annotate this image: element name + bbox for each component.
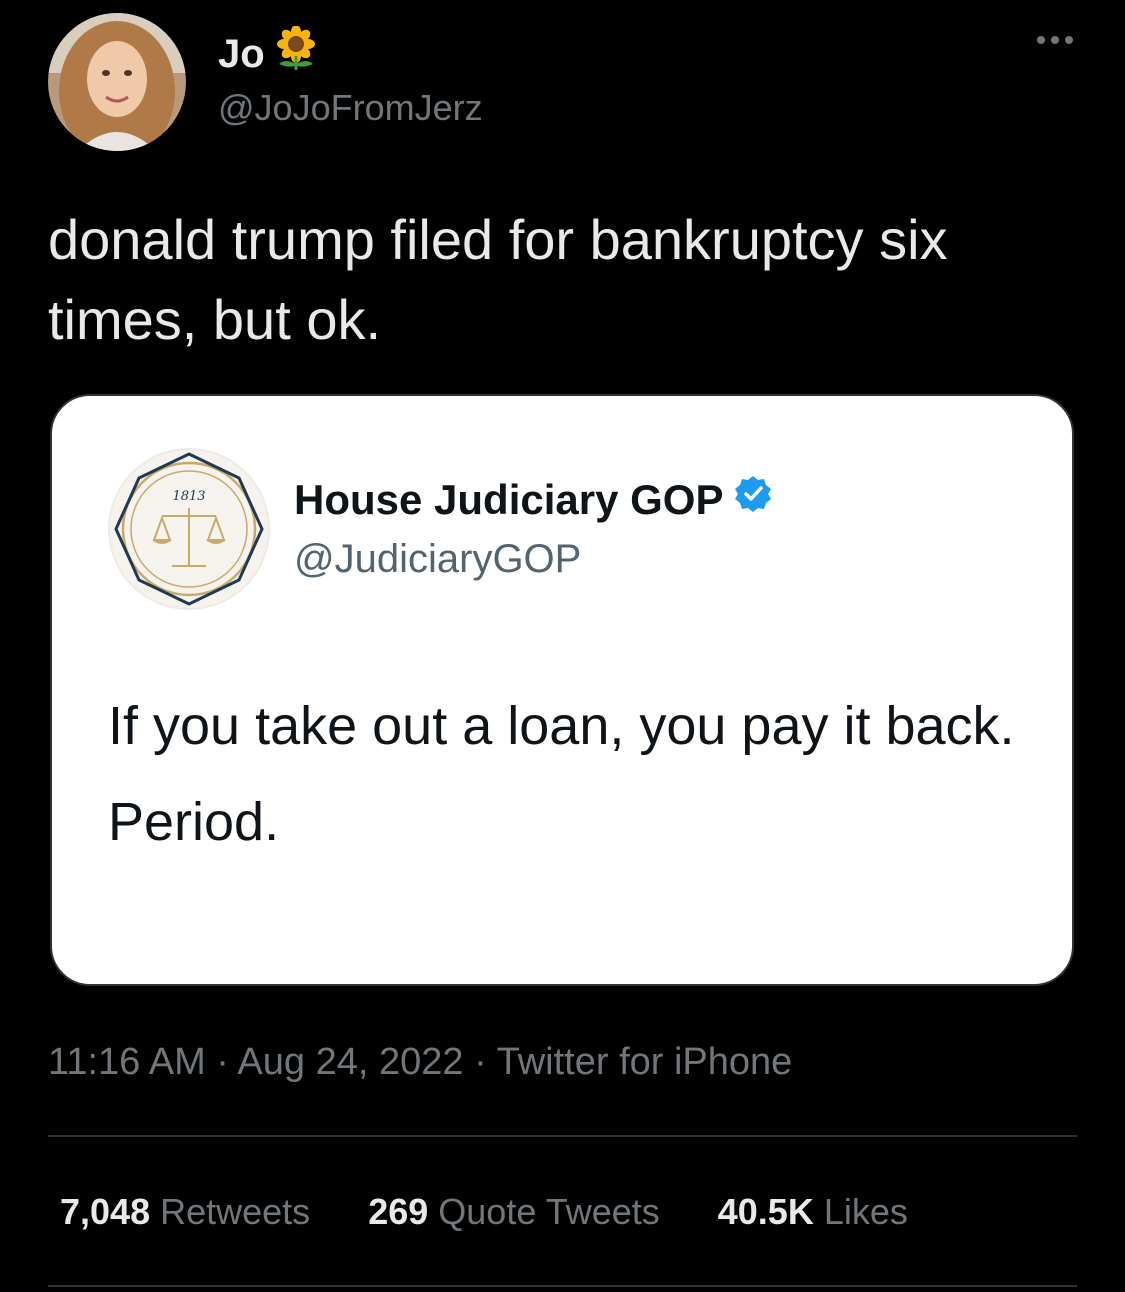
divider (48, 1285, 1077, 1287)
seal-year: 1813 (172, 489, 205, 504)
engagement-stats: 7,048 Retweets 269 Quote Tweets 40.5K Li… (60, 1186, 966, 1238)
tweet-meta: 11:16 AM · Aug 24, 2022 · Twitter for iP… (48, 1036, 792, 1088)
quoted-name-text: House Judiciary GOP (294, 476, 724, 523)
quoted-display-name: House Judiciary GOP (294, 474, 773, 526)
quoted-body: If you take out a loan, you pay it back.… (108, 684, 1058, 864)
retweets-count: 7,048 (60, 1191, 151, 1232)
tweet-text: donald trump filed for bankruptcy six ti… (48, 208, 948, 351)
author-handle[interactable]: @JoJoFromJerz (218, 86, 483, 130)
sunflower-icon (273, 25, 319, 81)
quoted-paragraph: If you take out a loan, you pay it back. (108, 696, 1015, 756)
divider (48, 1135, 1077, 1137)
meta-separator: · (474, 1041, 487, 1083)
judiciary-seal-logo: 1813 (106, 446, 272, 612)
tweet-source[interactable]: Twitter for iPhone (497, 1041, 793, 1083)
quote-tweets-label: Quote Tweets (438, 1191, 660, 1232)
likes-count: 40.5K (717, 1191, 814, 1232)
tweet-date[interactable]: Aug 24, 2022 (237, 1041, 463, 1083)
likes-label: Likes (823, 1191, 908, 1232)
author-avatar[interactable] (48, 13, 186, 151)
meta-separator: · (216, 1041, 229, 1083)
embedded-tweet-image[interactable]: 1813 House Judiciary GOP @JudiciaryGOP I… (50, 394, 1074, 986)
retweets-stat[interactable]: 7,048 Retweets (60, 1186, 310, 1238)
quote-tweets-stat[interactable]: 269 Quote Tweets (368, 1186, 660, 1238)
more-options-icon[interactable] (1037, 36, 1073, 44)
quoted-paragraph: Period. (108, 792, 280, 852)
verified-badge-icon (733, 474, 773, 526)
author-name-text: Jo (218, 31, 265, 76)
likes-stat[interactable]: 40.5K Likes (718, 1186, 908, 1238)
tweet-time[interactable]: 11:16 AM (48, 1041, 206, 1083)
quote-tweets-count: 269 (368, 1191, 429, 1232)
retweets-label: Retweets (160, 1191, 311, 1232)
author-display-name[interactable]: Jo (218, 25, 319, 81)
quoted-handle: @JudiciaryGOP (294, 537, 582, 581)
